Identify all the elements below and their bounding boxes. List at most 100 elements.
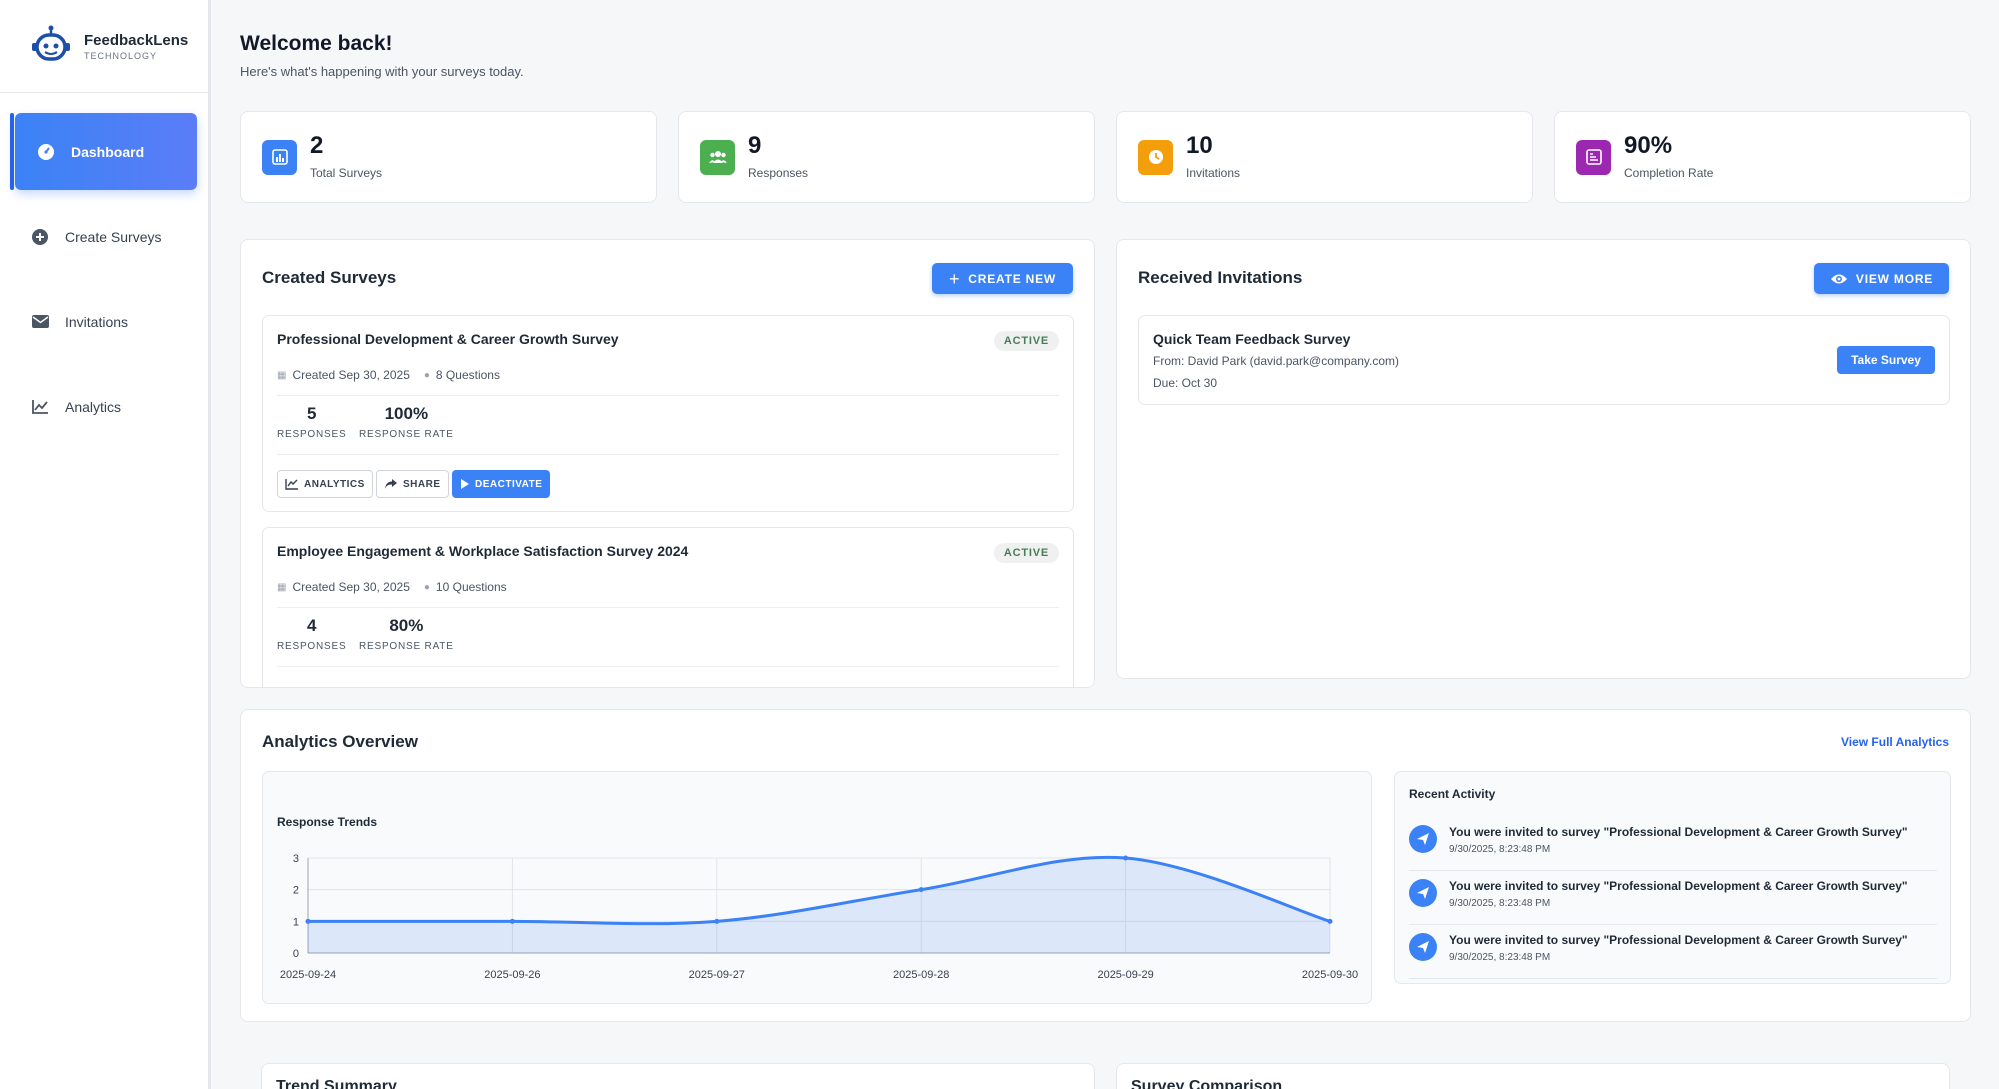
- invitation-title: Quick Team Feedback Survey: [1153, 331, 1351, 347]
- eye-icon: [1830, 274, 1847, 283]
- y-tick-label: 1: [293, 916, 299, 928]
- activity-text: You were invited to survey "Professional…: [1449, 879, 1908, 893]
- stat-label: Invitations: [1186, 166, 1241, 180]
- response-rate-metric: 100% RESPONSE RATE: [359, 404, 454, 440]
- survey-name: Employee Engagement & Workplace Satisfac…: [277, 543, 689, 559]
- data-point: [1123, 855, 1129, 861]
- invitation-due-date: Due: Oct 30: [1153, 376, 1218, 390]
- survey-meta: ▦ Created Sep 30, 2025 ● 10 Questions: [277, 580, 507, 594]
- data-point: [714, 918, 720, 924]
- divider: [277, 454, 1059, 455]
- activity-item[interactable]: You were invited to survey "Professional…: [1409, 871, 1937, 925]
- sidebar-item-label: Create Surveys: [65, 228, 162, 245]
- sidebar-item-invitations[interactable]: Invitations: [11, 283, 197, 360]
- responses-metric: 5 RESPONSES: [277, 404, 346, 440]
- logo-icon: [32, 25, 70, 61]
- invitation-sender: From: David Park (david.park@company.com…: [1153, 354, 1400, 368]
- data-point: [509, 918, 515, 924]
- y-tick-label: 2: [293, 885, 299, 897]
- brand-subtitle: TECHNOLOGY: [84, 50, 158, 61]
- share-icon: [385, 479, 397, 489]
- question-icon: ●: [423, 369, 430, 381]
- activity-item[interactable]: You were invited to survey "Professional…: [1409, 817, 1937, 871]
- data-point: [1327, 918, 1333, 924]
- deactivate-button[interactable]: DEACTIVATE: [452, 470, 551, 498]
- plus-icon: +: [948, 268, 961, 289]
- stat-card-completion-rate: 90% Completion Rate: [1554, 111, 1971, 203]
- activity-time: 9/30/2025, 8:23:48 PM: [1449, 898, 1551, 909]
- trend-summary-title: Trend Summary: [276, 1078, 397, 1089]
- stat-label: Responses: [748, 166, 809, 180]
- sidebar-item-label: Dashboard: [71, 143, 145, 160]
- page-subtitle: Here's what's happening with your survey…: [240, 64, 524, 79]
- x-tick-label: 2025-09-24: [280, 969, 336, 981]
- view-full-analytics-link[interactable]: View Full Analytics: [1841, 735, 1949, 749]
- calendar-icon: ▦: [277, 581, 287, 593]
- envelope-icon: [31, 313, 49, 331]
- play-icon: [461, 479, 469, 489]
- survey-comparison-title: Survey Comparison: [1131, 1078, 1283, 1089]
- clock-icon: [1138, 139, 1173, 175]
- take-survey-button[interactable]: Take Survey: [1837, 346, 1935, 374]
- survey-question-count: 8 Questions: [435, 368, 500, 382]
- question-icon: ●: [423, 581, 430, 593]
- calendar-icon: ▦: [277, 369, 287, 381]
- response-rate-metric: 80% RESPONSE RATE: [359, 616, 454, 652]
- share-button[interactable]: SHARE: [376, 470, 449, 498]
- divider: [277, 666, 1059, 667]
- survey-item[interactable]: Professional Development & Career Growth…: [262, 315, 1074, 512]
- activity-item[interactable]: You were invited to survey "Professional…: [1409, 925, 1937, 979]
- analytics-overview-title: Analytics Overview: [262, 732, 418, 751]
- divider: [277, 607, 1059, 608]
- survey-item[interactable]: Employee Engagement & Workplace Satisfac…: [262, 527, 1074, 687]
- sidebar-item-analytics[interactable]: Analytics: [11, 368, 197, 445]
- deactivate-label: DEACTIVATE: [475, 478, 543, 490]
- y-tick-label: 3: [293, 853, 299, 865]
- users-icon: [700, 139, 735, 175]
- responses-metric: 4 RESPONSES: [277, 616, 346, 652]
- response-rate-label: RESPONSE RATE: [359, 429, 454, 440]
- line-chart-icon: [31, 398, 49, 416]
- analytics-button[interactable]: ANALYTICS: [277, 470, 373, 498]
- invitation-item[interactable]: Quick Team Feedback Survey From: David P…: [1138, 315, 1950, 405]
- activity-time: 9/30/2025, 8:23:48 PM: [1449, 952, 1551, 963]
- sidebar-item-dashboard[interactable]: Dashboard: [10, 113, 197, 190]
- brand[interactable]: FeedbackLens TECHNOLOGY: [0, 0, 208, 93]
- stat-label: Total Surveys: [310, 166, 383, 180]
- recent-activity-panel: Recent Activity You were invited to surv…: [1394, 771, 1951, 984]
- sidebar-item-label: Analytics: [65, 398, 122, 415]
- stat-card-responses: 9 Responses: [678, 111, 1095, 203]
- brand-name: FeedbackLens: [84, 31, 189, 49]
- page-title: Welcome back!: [240, 32, 393, 55]
- survey-created-date: Created Sep 30, 2025: [292, 368, 410, 382]
- stat-value: 10: [1186, 132, 1213, 159]
- send-icon: [1409, 933, 1437, 961]
- share-label: SHARE: [403, 478, 441, 490]
- survey-created-date: Created Sep 30, 2025: [292, 580, 410, 594]
- x-tick-label: 2025-09-26: [484, 969, 540, 981]
- responses-value: 4: [306, 616, 317, 635]
- x-tick-label: 2025-09-29: [1097, 969, 1153, 981]
- survey-question-count: 10 Questions: [435, 580, 507, 594]
- response-rate-label: RESPONSE RATE: [359, 641, 454, 652]
- divider: [277, 395, 1059, 396]
- stat-value: 90%: [1624, 132, 1673, 159]
- create-new-label: CREATE NEW: [968, 271, 1057, 286]
- stat-value: 9: [748, 132, 762, 159]
- sidebar-item-label: Invitations: [65, 313, 129, 330]
- response-rate-value: 80%: [389, 616, 424, 635]
- received-invitations-title: Received Invitations: [1138, 268, 1303, 287]
- x-tick-label: 2025-09-30: [1302, 969, 1358, 981]
- trend-summary-card: Trend Summary: [261, 1063, 1095, 1089]
- survey-name: Professional Development & Career Growth…: [277, 331, 619, 347]
- create-new-button[interactable]: + CREATE NEW: [932, 263, 1073, 294]
- responses-value: 5: [306, 404, 317, 423]
- sidebar-item-create-surveys[interactable]: Create Surveys: [11, 198, 197, 275]
- stat-label: Completion Rate: [1624, 166, 1714, 180]
- stat-card-total-surveys: 2 Total Surveys: [240, 111, 657, 203]
- received-invitations-card: Received Invitations VIEW MORE Quick Tea…: [1116, 239, 1971, 679]
- line-chart-icon: [285, 479, 298, 490]
- created-surveys-title: Created Surveys: [262, 268, 397, 287]
- view-more-button[interactable]: VIEW MORE: [1814, 263, 1949, 294]
- response-rate-value: 100%: [384, 404, 429, 423]
